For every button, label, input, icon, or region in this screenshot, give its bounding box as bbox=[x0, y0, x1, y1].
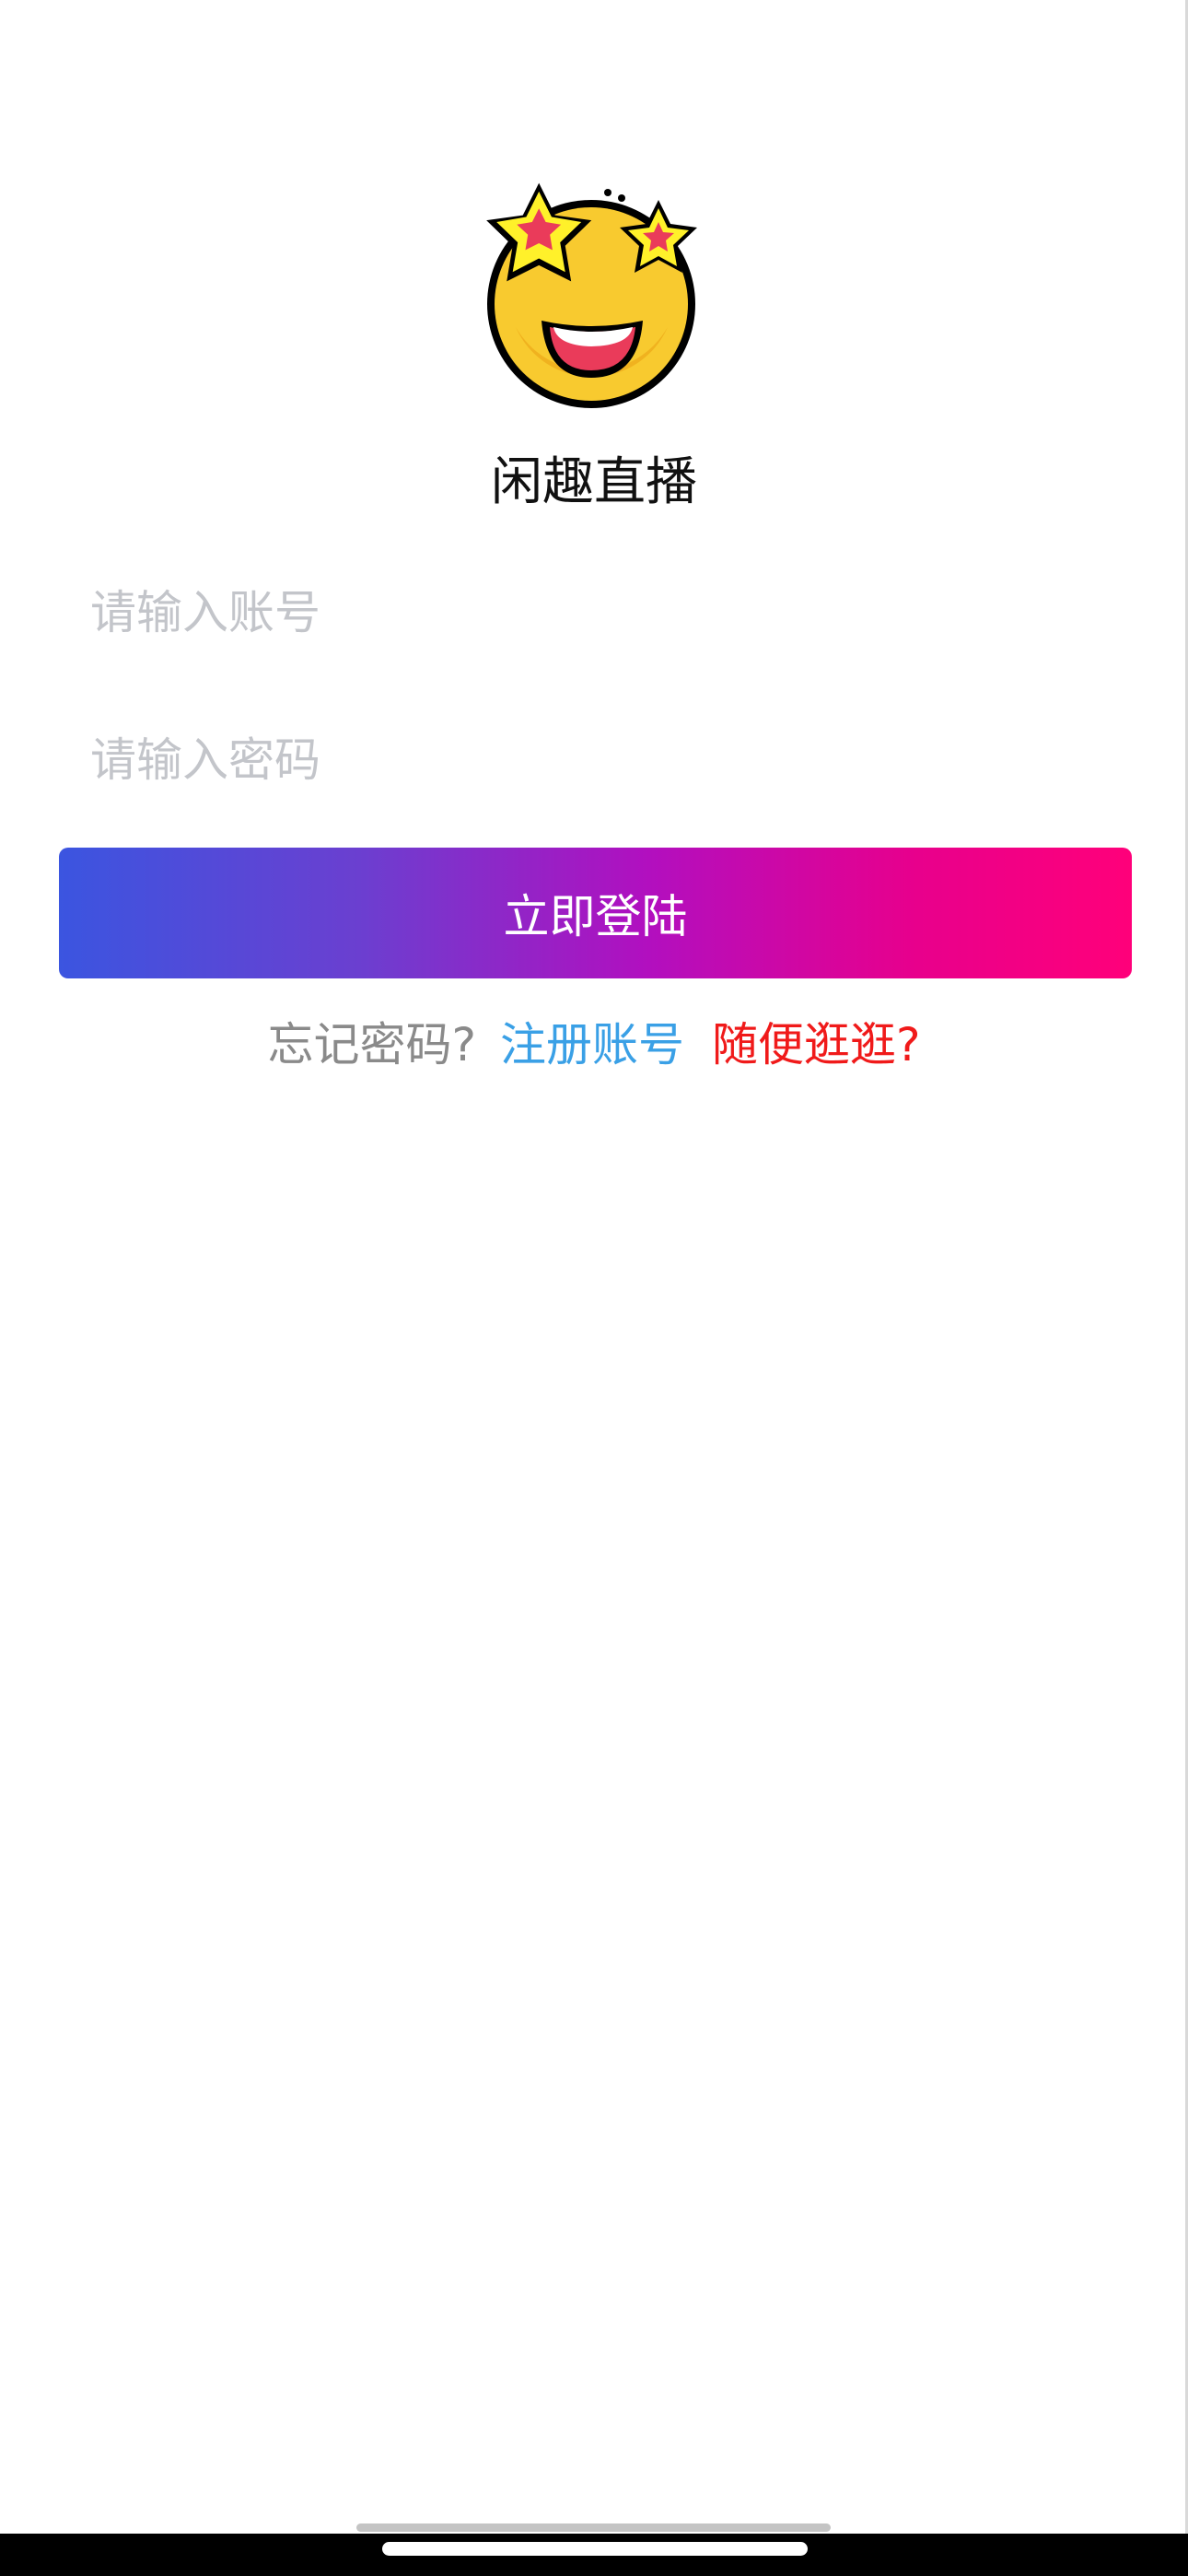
forgot-password-link[interactable]: 忘记密码? bbox=[267, 1015, 476, 1074]
login-button[interactable]: 立即登陆 bbox=[59, 848, 1132, 978]
app-title: 闲趣直播 bbox=[491, 452, 697, 512]
browse-as-guest-link[interactable]: 随便逛逛? bbox=[712, 1015, 921, 1074]
star-struck-emoji-icon bbox=[474, 180, 709, 415]
home-indicator[interactable] bbox=[382, 2542, 808, 2556]
password-input[interactable] bbox=[90, 709, 1131, 811]
register-account-link[interactable]: 注册账号 bbox=[500, 1015, 684, 1074]
auth-links-row: 忘记密码? 注册账号 随便逛逛? bbox=[0, 1015, 1188, 1074]
scroll-indicator bbox=[356, 2523, 831, 2532]
account-input[interactable] bbox=[90, 562, 1131, 663]
